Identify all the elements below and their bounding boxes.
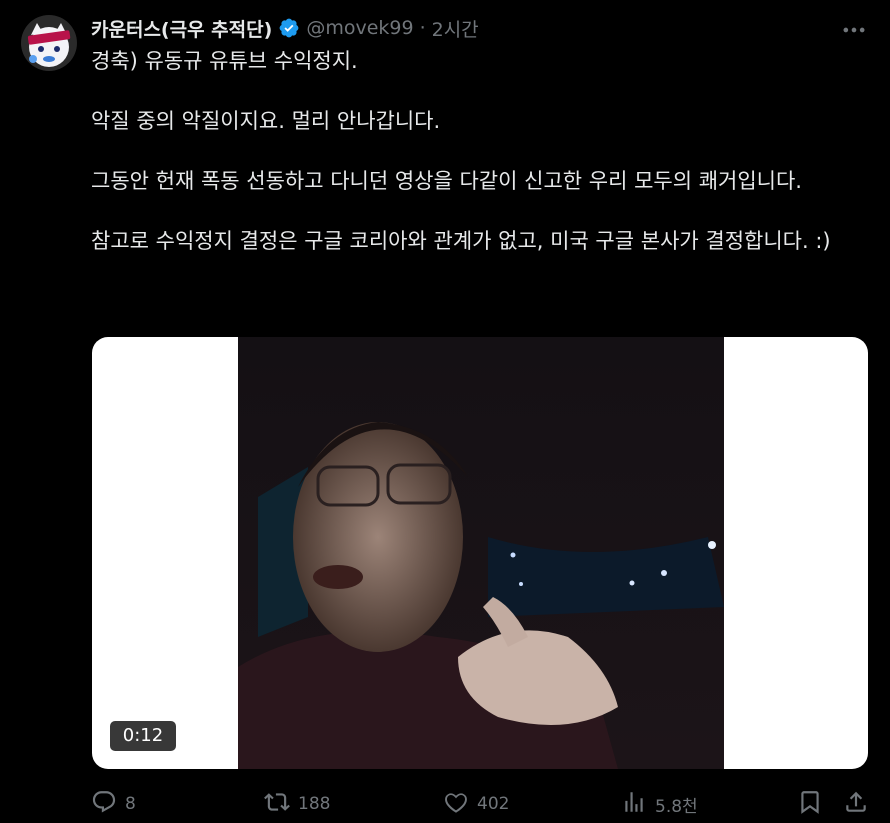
views-icon: [621, 789, 647, 820]
tweet-paragraph: 참고로 수익정지 결정은 구글 코리아와 관계가 없고, 미국 구글 본사가 결…: [91, 229, 831, 253]
share-button[interactable]: [843, 788, 869, 820]
action-bar: 8 188 402 5.8천: [91, 788, 871, 820]
display-name[interactable]: 카운터스(극우 추적단): [91, 15, 272, 42]
views-button[interactable]: 5.8천: [621, 788, 698, 820]
retweet-icon: [264, 789, 290, 820]
video-duration: 0:12: [110, 721, 176, 751]
tweet-paragraph: 경축) 유동규 유튜브 수익정지.: [91, 49, 358, 73]
views-count: 5.8천: [655, 796, 698, 817]
retweet-count: 188: [298, 794, 331, 814]
bookmark-button[interactable]: [797, 788, 823, 820]
timestamp[interactable]: 2시간: [432, 15, 479, 42]
video-frame[interactable]: [238, 337, 724, 769]
bookmark-icon: [797, 789, 823, 820]
video-player[interactable]: 0:12: [92, 337, 868, 769]
tweet-paragraph: 악질 중의 악질이지요. 멀리 안나갑니다.: [91, 109, 441, 133]
retweet-button[interactable]: 188: [264, 788, 330, 820]
reply-icon: [91, 789, 117, 820]
tweet-paragraph: 그동안 헌재 폭동 선동하고 다니던 영상을 다같이 신고한 우리 모두의 쾌거…: [91, 169, 802, 193]
tweet-header: 카운터스(극우 추적단) @movek99 · 2시간: [91, 14, 479, 42]
more-icon[interactable]: [840, 16, 868, 44]
video-thumbnail: [238, 337, 724, 769]
tweet-text: 경축) 유동규 유튜브 수익정지. 악질 중의 악질이지요. 멀리 안나갑니다.…: [91, 46, 871, 256]
share-icon: [843, 789, 869, 820]
avatar[interactable]: [21, 15, 77, 71]
like-count: 402: [477, 794, 510, 814]
like-button[interactable]: 402: [443, 788, 509, 820]
avatar-image: [21, 15, 77, 71]
like-icon: [443, 789, 469, 820]
reply-count: 8: [125, 794, 136, 814]
handle[interactable]: @movek99: [306, 17, 413, 39]
verified-badge-icon: [278, 17, 300, 39]
separator-dot: ·: [419, 17, 426, 39]
reply-button[interactable]: 8: [91, 788, 136, 820]
